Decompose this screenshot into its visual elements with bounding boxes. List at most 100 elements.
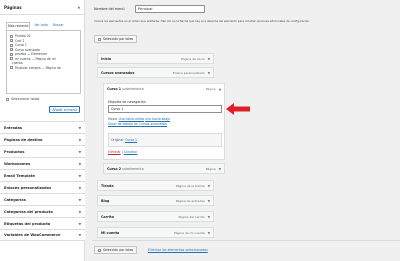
chevron-up-icon[interactable]: ▲ <box>219 87 221 91</box>
separator: | <box>121 150 123 154</box>
item-actions: Eliminar | Cancelar <box>108 150 137 154</box>
chevron-down-icon[interactable]: ▼ <box>208 231 210 235</box>
nav-label-input[interactable]: Curso 1 <box>108 105 222 113</box>
menu-item-label: Mi cuenta <box>101 230 120 235</box>
chevron-down-icon: ▼ <box>78 173 81 178</box>
menu-item-carrito[interactable]: Carrito Página del carrito ▼ <box>97 211 214 222</box>
remove-selected-link[interactable]: Eliminar los elementos seleccionados <box>148 248 208 252</box>
list-item[interactable]: Finalizar compra — Página de <box>10 66 77 71</box>
accordion-products[interactable]: Productos ▼ <box>0 145 85 157</box>
checkbox[interactable] <box>10 34 13 38</box>
footer-bulk-select-toggle[interactable]: Selección por lotes <box>94 246 138 254</box>
menu-item-label: Carrito <box>101 214 114 219</box>
move-out-link[interactable]: Sacar de debajo de Cursos avanzados <box>108 122 167 126</box>
chevron-down-icon[interactable]: ▼ <box>208 57 210 61</box>
accordion-label: Páginas de destino <box>4 137 43 142</box>
accordion-landing-pages[interactable]: Páginas de destino ▼ <box>0 133 85 145</box>
chevron-down-icon: ▼ <box>78 221 81 226</box>
menu-name-label: Nombre del menú <box>94 7 125 11</box>
accordion-product-tags[interactable]: Etiquetas del producto ▼ <box>0 217 85 229</box>
menu-item-label: Tienda <box>101 183 114 188</box>
original-link[interactable]: Curso 1 <box>125 138 137 142</box>
accordion-custom-links[interactable]: Enlaces personalizados ▼ <box>0 181 85 193</box>
chevron-down-icon[interactable]: ▼ <box>219 167 221 171</box>
chevron-down-icon[interactable]: ▼ <box>208 215 210 219</box>
menu-item-type: Página del carrito <box>178 214 205 219</box>
menu-item-tienda[interactable]: Tienda Página de la tienda ▼ <box>97 180 214 191</box>
select-all-checkbox[interactable] <box>6 97 9 101</box>
accordion-workonomes[interactable]: Workonomes ▼ <box>0 157 85 169</box>
pages-tabs: Más reciente Ver todo Buscar <box>0 15 84 30</box>
menu-item-inicio[interactable]: Inicio Página de inicio ▼ <box>97 53 214 64</box>
menu-item-type: Página de la tienda <box>175 183 205 188</box>
chevron-down-icon: ▼ <box>78 233 81 237</box>
instructions-text: Coloca los elementos en el orden que pre… <box>94 19 311 23</box>
accordion-woocommerce-variables[interactable]: Variables de WooCommerce ▼ <box>0 229 85 241</box>
tab-view-all[interactable]: Ver todo <box>33 22 48 30</box>
tab-most-recent[interactable]: Más reciente <box>6 22 31 30</box>
menu-item-sublabel: subelemento <box>122 166 144 171</box>
sidebar: Páginas ▲ Más reciente Ver todo Buscar P… <box>0 0 85 261</box>
add-to-menu-button[interactable]: Añadir al menú <box>49 106 80 113</box>
accordion-product-categories[interactable]: Categorías del producto ▼ <box>0 205 85 217</box>
checkbox[interactable] <box>10 52 13 56</box>
bulk-select-label: Selección por lotes <box>103 248 134 252</box>
original-label: Original: <box>111 138 125 142</box>
select-all[interactable]: Seleccionar todos <box>6 97 84 101</box>
accordion-entradas[interactable]: Entradas ▼ <box>0 121 85 133</box>
accordion-label: Etiquetas del producto <box>4 221 51 226</box>
list-item-label: Finalizar compra — Página de <box>15 65 61 70</box>
cancel-link[interactable]: Cancelar <box>124 150 138 154</box>
accordion-label: Email Template <box>4 173 35 178</box>
pages-accordion-header[interactable]: Páginas ▲ <box>0 0 84 15</box>
checkbox[interactable] <box>10 43 13 47</box>
accordion-label: Productos <box>4 149 25 154</box>
checkbox[interactable] <box>10 66 13 70</box>
pages-accordion-title: Páginas <box>4 4 22 10</box>
menu-item-label: Inicio <box>101 56 112 61</box>
checkbox[interactable] <box>10 39 13 43</box>
chevron-down-icon: ▼ <box>78 209 81 214</box>
menu-item-type: Página de entradas <box>175 198 205 203</box>
original-info: Original: Curso 1 <box>111 138 137 142</box>
checkbox[interactable] <box>10 57 13 61</box>
tab-search[interactable]: Buscar <box>52 22 65 30</box>
chevron-down-icon: ▼ <box>78 185 81 190</box>
move-label: Mover <box>108 117 118 121</box>
chevron-down-icon: ▼ <box>78 137 81 142</box>
chevron-down-icon[interactable]: ▼ <box>208 184 210 188</box>
accordion-label: Entradas <box>4 125 23 130</box>
accordion-label: Variables de WooCommerce <box>4 233 61 237</box>
accordion-label: Enlaces personalizados <box>4 185 52 190</box>
chevron-up-icon[interactable]: ▲ <box>78 5 80 9</box>
menu-item-sublabel: subelemento <box>122 86 144 91</box>
menu-item-cursos-avanzados[interactable]: Cursos avanzados Enlace personalizado ▼ <box>97 67 214 78</box>
accordion-label: Workonomes <box>4 161 31 166</box>
accordion-categories[interactable]: Categorías ▼ <box>0 193 85 205</box>
checkbox[interactable] <box>10 48 13 52</box>
checkbox[interactable] <box>98 248 101 252</box>
menu-name-input[interactable]: Principal <box>135 5 205 13</box>
accordion-label: Categorías del producto <box>4 209 53 214</box>
menu-item-type: Página de mi cuenta <box>174 230 205 235</box>
checkbox[interactable] <box>98 37 101 41</box>
nav-label-caption: Etiqueta de navegación <box>108 100 146 104</box>
chevron-down-icon[interactable]: ▼ <box>208 71 210 75</box>
chevron-down-icon[interactable]: ▼ <box>208 199 210 203</box>
accordion-label: Categorías <box>4 197 26 202</box>
bulk-select-toggle[interactable]: Selección por lotes <box>94 35 138 43</box>
menu-item-blog[interactable]: Blog Página de entradas ▼ <box>97 195 214 206</box>
menu-item-type: Enlace personalizado <box>172 70 205 75</box>
menu-item-mi-cuenta[interactable]: Mi cuenta Página de mi cuenta ▼ <box>97 227 214 238</box>
delete-link[interactable]: Eliminar <box>108 150 121 154</box>
red-arrow-icon <box>226 103 250 115</box>
menu-item-type: Página <box>205 166 216 171</box>
footer-divider <box>92 240 400 241</box>
move-up-link[interactable]: Uno hacia arriba <box>119 117 145 121</box>
menu-item-label: Curso 1 <box>107 86 122 91</box>
menu-item-curso-2[interactable]: Curso 2 subelemento Página ▼ <box>103 163 225 174</box>
chevron-down-icon: ▼ <box>78 125 81 130</box>
accordion-email-template[interactable]: Email Template ▼ <box>0 169 85 181</box>
move-down-link[interactable]: Uno hacia abajo <box>145 117 170 121</box>
chevron-down-icon: ▼ <box>78 197 81 202</box>
